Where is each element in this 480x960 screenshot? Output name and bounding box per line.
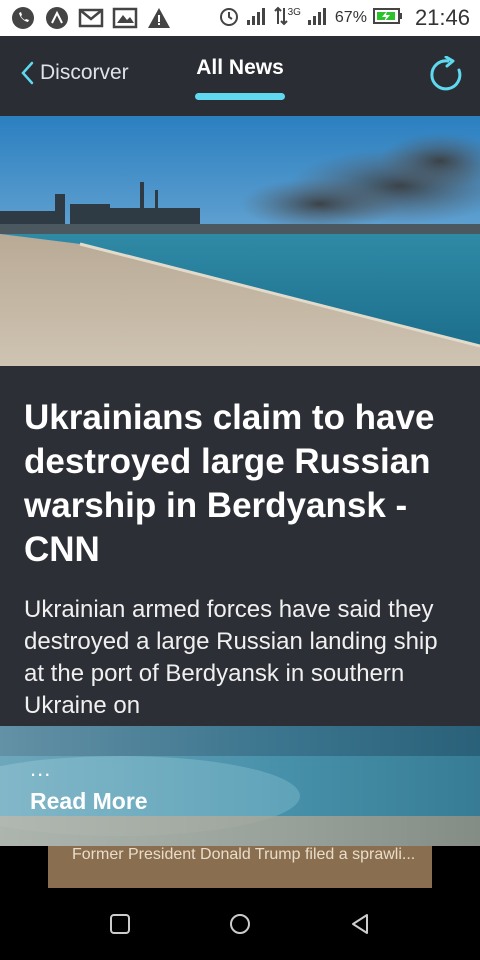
summary-ellipsis: ...	[30, 756, 52, 781]
app-notification-icon	[44, 5, 70, 31]
whatsapp-icon	[10, 5, 36, 31]
app-header: Discorver All News	[0, 36, 480, 116]
read-more-panel[interactable]	[0, 726, 480, 846]
back-button[interactable]: Discorver	[18, 60, 129, 86]
chevron-left-icon	[21, 61, 34, 85]
battery-icon	[372, 7, 403, 30]
tab-all-news[interactable]: All News	[180, 56, 300, 80]
next-article-peek[interactable]: Former President Donald Trump filed a sp…	[48, 846, 432, 888]
data-transfer-icon	[273, 6, 288, 31]
status-bar: 3G 67% 21:46	[0, 0, 480, 36]
gallery-icon	[112, 5, 138, 31]
back-label: Discorver	[40, 61, 129, 84]
network-type-label: 3G	[287, 6, 301, 18]
recent-apps-icon[interactable]	[108, 912, 132, 936]
read-more-fade	[0, 726, 480, 846]
system-nav-bar	[0, 888, 480, 960]
signal-icon-2	[307, 6, 329, 31]
article-hero-image	[0, 116, 480, 366]
battery-percent: 67%	[334, 9, 367, 26]
warning-icon	[146, 5, 172, 31]
signal-icon	[246, 6, 268, 31]
read-more-button[interactable]: Read More	[30, 788, 148, 815]
clock: 21:46	[414, 5, 470, 30]
tab-active-indicator	[195, 93, 285, 100]
back-nav-icon[interactable]	[348, 912, 372, 936]
next-article-text: Former President Donald Trump filed a sp…	[72, 846, 416, 863]
article-title[interactable]: Ukrainians claim to have destroyed large…	[24, 396, 456, 572]
refresh-icon[interactable]	[428, 56, 466, 94]
article-summary: Ukrainian armed forces have said they de…	[24, 596, 438, 719]
home-icon[interactable]	[228, 912, 252, 936]
gmail-icon	[78, 5, 104, 31]
alarm-icon	[218, 5, 240, 32]
